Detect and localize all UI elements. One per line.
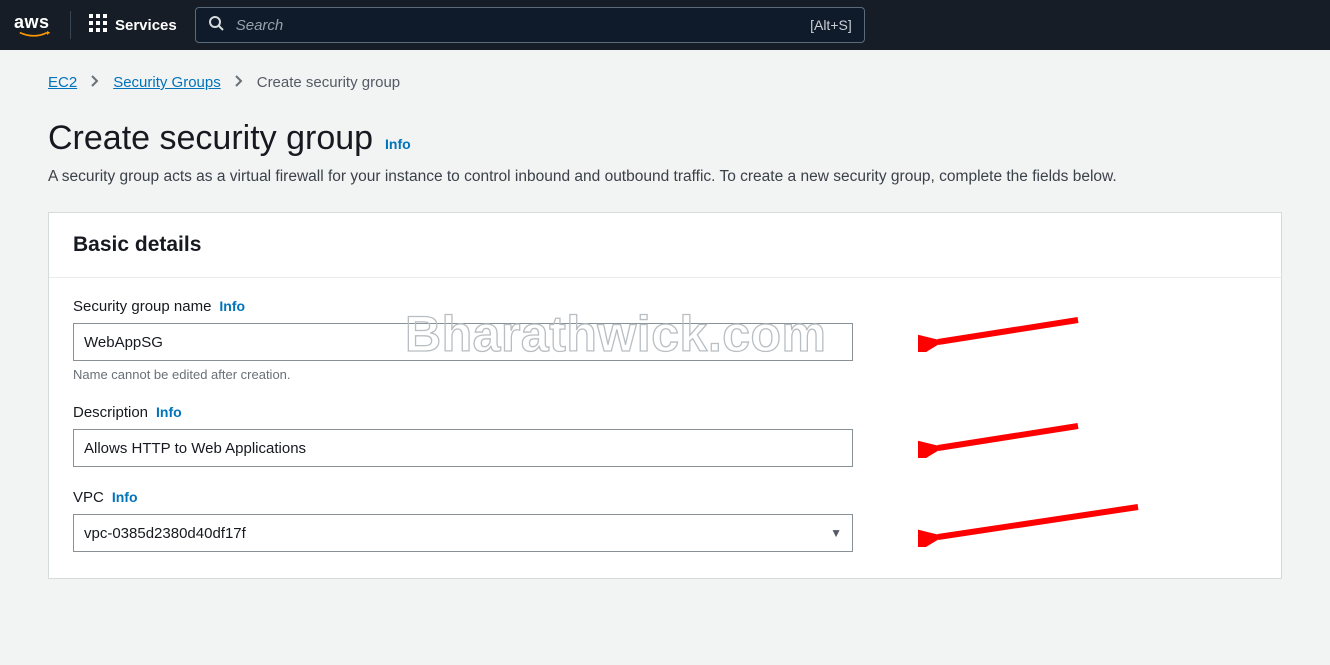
page-subtitle: A security group acts as a virtual firew… — [48, 168, 1282, 186]
top-nav: aws Services [Alt+S] — [0, 0, 1330, 50]
annotation-arrow-icon — [918, 314, 1088, 352]
services-label: Services — [115, 17, 177, 34]
field-sg-name: Security group name Info Name cannot be … — [73, 298, 1257, 382]
grid-icon — [89, 14, 107, 37]
breadcrumb-link-security-groups[interactable]: Security Groups — [113, 74, 221, 91]
sg-name-hint: Name cannot be edited after creation. — [73, 367, 1257, 382]
field-description: Description Info — [73, 404, 1257, 467]
info-link-description[interactable]: Info — [156, 404, 182, 420]
page-content: EC2 Security Groups Create security grou… — [0, 50, 1330, 579]
breadcrumb-link-ec2[interactable]: EC2 — [48, 74, 77, 91]
vpc-label: VPC — [73, 489, 104, 506]
search-shortcut: [Alt+S] — [810, 17, 852, 33]
breadcrumb: EC2 Security Groups Create security grou… — [48, 74, 1282, 91]
breadcrumb-current: Create security group — [257, 74, 400, 91]
chevron-right-icon — [235, 75, 243, 90]
chevron-right-icon — [91, 75, 99, 90]
vpc-select[interactable]: vpc-0385d2380d40df17f ▼ — [73, 514, 853, 552]
description-label: Description — [73, 404, 148, 421]
sg-name-label: Security group name — [73, 298, 211, 315]
vpc-selected-value: vpc-0385d2380d40df17f — [84, 525, 246, 542]
annotation-arrow-icon — [918, 503, 1148, 547]
search-input[interactable] — [236, 17, 798, 34]
search-icon — [208, 15, 224, 36]
caret-down-icon: ▼ — [830, 526, 842, 540]
basic-details-card: Basic details Security group name Info N… — [48, 212, 1282, 579]
aws-logo-text: aws — [14, 12, 56, 33]
card-header: Basic details — [49, 213, 1281, 278]
page-title-row: Create security group Info — [48, 119, 1282, 158]
page-title: Create security group — [48, 119, 373, 158]
card-title: Basic details — [73, 233, 1257, 257]
sg-name-input[interactable] — [73, 323, 853, 361]
search-bar[interactable]: [Alt+S] — [195, 7, 865, 43]
card-body: Security group name Info Name cannot be … — [49, 278, 1281, 578]
info-link-title[interactable]: Info — [385, 136, 411, 152]
description-input[interactable] — [73, 429, 853, 467]
info-link-sg-name[interactable]: Info — [219, 298, 245, 314]
annotation-arrow-icon — [918, 420, 1088, 458]
services-button[interactable]: Services — [89, 14, 177, 37]
field-vpc: VPC Info vpc-0385d2380d40df17f ▼ — [73, 489, 1257, 552]
info-link-vpc[interactable]: Info — [112, 489, 138, 505]
aws-logo[interactable]: aws — [14, 11, 71, 39]
